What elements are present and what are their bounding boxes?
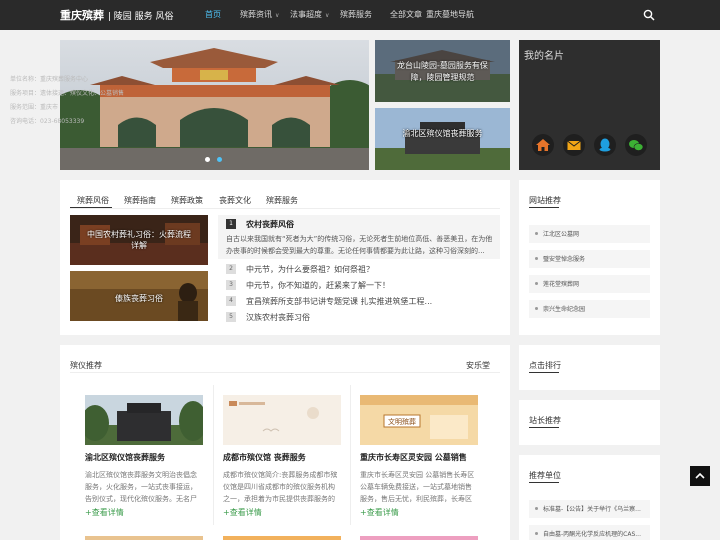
product-description: 渝北区殡仪馆丧葬服务文明治丧倡念服务，火化服务，一站式丧事接运，告别仪式，现代化… <box>85 471 197 503</box>
next-row-image <box>85 536 203 540</box>
tab-funeral-policy[interactable]: 殡葬政策 <box>171 195 203 206</box>
chevron-down-icon: ∨ <box>325 12 330 19</box>
bullet <box>535 532 538 535</box>
rank-number: 5 <box>226 312 236 322</box>
webmaster-pick-title: 站长推荐 <box>529 416 561 425</box>
bullet <box>535 282 538 285</box>
title-underline <box>529 207 559 208</box>
recommend-link[interactable]: 璧安堂悼念服务 <box>543 254 585 263</box>
tab-divider <box>70 208 500 209</box>
rank-number: 2 <box>226 264 236 274</box>
card-area: 服务范围：重庆市 <box>10 104 59 111</box>
next-row-image <box>360 536 478 540</box>
home-icon[interactable] <box>532 134 554 156</box>
chevron-down-icon: ∨ <box>275 12 280 19</box>
product-description: 重庆市长寿区灵安园 公墓销售长寿区公墓车辆免费接送，一站式墓地销售服务，售后无忧… <box>360 471 475 503</box>
rank-number: 4 <box>226 296 236 306</box>
news-link[interactable]: 宜昌殡葬所支部书记讲专题党课 扎实推进筑堡工程... <box>246 296 432 307</box>
product-image-changshou[interactable]: 文明殡葬 <box>360 395 478 445</box>
rank-number: 3 <box>226 280 236 290</box>
nav-all-articles[interactable]: 全部文章 <box>390 9 422 20</box>
bullet <box>535 507 538 510</box>
bullet <box>535 232 538 235</box>
tab-funeral-customs[interactable]: 殡葬风俗 <box>77 195 109 206</box>
recommend-link[interactable]: 江北区公墓网 <box>543 229 579 238</box>
card-services: 服务项目：遗体接运、殡仪文化、公墓销售 <box>10 90 125 97</box>
nav-funeral-services[interactable]: 殡葬服务 <box>340 9 372 20</box>
cemetery-gate-photo <box>60 40 369 170</box>
slider-dot-2[interactable] <box>217 157 222 162</box>
card-title: 我的名片 <box>524 51 564 62</box>
funeral-hall-photo <box>85 395 203 445</box>
news-link[interactable]: 中元节，为什么要祭祖？如何祭祖？ <box>246 264 374 275</box>
banner-slider[interactable] <box>60 40 369 170</box>
banner-thumb-yubei[interactable]: 渝北区殡仪馆丧葬服务 <box>375 108 510 170</box>
news-image-rural-funeral[interactable]: 中国农村葬礼习俗：火葬流程 详解 <box>70 215 208 265</box>
thumb-caption: 龙台山陵园-墓园服务有保 障，陵园管理规范 <box>397 61 488 82</box>
logo-text: 重庆殡葬 <box>60 9 104 22</box>
tab-funeral-services[interactable]: 殡葬服务 <box>266 195 298 206</box>
site-logo[interactable]: 重庆殡葬 | 陵园 服务 风俗 <box>60 7 173 23</box>
logo-subtitle: | 陵园 服务 风俗 <box>107 12 174 22</box>
product-title[interactable]: 成都市殡仪馆 丧葬服务 <box>223 452 306 463</box>
next-row-image <box>223 536 341 540</box>
recommend-link[interactable]: 莲花堂殡葬网 <box>543 279 579 288</box>
product-title[interactable]: 渝北区殡仪馆丧葬服务 <box>85 452 165 463</box>
qq-icon[interactable] <box>594 134 616 156</box>
memorial-card-image <box>223 395 341 445</box>
product-image-chengdu[interactable] <box>223 395 341 445</box>
bullet <box>535 307 538 310</box>
nav-funeral-news[interactable]: 殡葬资讯 ∨ <box>240 9 279 20</box>
product-description: 成都市殡仪馆简介:丧葬服务成都市殡仪馆是四川省成都市的殡仪服务机构之一，承担着为… <box>223 471 338 503</box>
title-underline <box>529 427 559 428</box>
site-recommend-title: 网站推荐 <box>529 196 561 205</box>
civilized-funeral-poster: 文明殡葬 <box>360 395 478 445</box>
news-link[interactable]: 中元节，你不知道的，赶紧来了解一下！ <box>246 280 390 291</box>
rank-number: 1 <box>226 219 236 229</box>
tab-funeral-guide[interactable]: 殡葬指南 <box>124 195 156 206</box>
click-rank-title: 点击排行 <box>529 361 561 370</box>
nav-rituals[interactable]: 法事超度 ∨ <box>290 9 329 20</box>
unit-link[interactable]: 标准墓-【公告】关于举行《乌兰察... <box>543 504 641 513</box>
civilized-funeral-label: 文明殡葬 <box>388 417 416 426</box>
search-icon[interactable] <box>643 9 655 21</box>
news-image-dai-customs[interactable]: 傣族丧葬习俗 <box>70 271 208 321</box>
section-divider <box>70 372 500 373</box>
view-details-link[interactable]: +查看详情 <box>85 507 124 518</box>
news-image-caption: 中国农村葬礼习俗：火葬流程 详解 <box>87 230 191 250</box>
unit-link[interactable]: 自由墓-丙酮光化学反应机理的CAS... <box>543 529 641 538</box>
thumb-caption: 渝北区殡仪馆丧葬服务 <box>402 129 483 138</box>
title-underline <box>529 482 559 483</box>
bullet <box>535 257 538 260</box>
anle-hall-link[interactable]: 安乐堂 <box>466 360 490 371</box>
tab-active-indicator <box>70 207 112 208</box>
back-to-top-button[interactable] <box>690 466 710 486</box>
tab-funeral-culture[interactable]: 丧葬文化 <box>219 195 251 206</box>
news-link[interactable]: 汉族农村丧葬习俗 <box>246 312 310 323</box>
banner-thumb-longtai[interactable]: 龙台山陵园-墓园服务有保 障，陵园管理规范 <box>375 40 510 102</box>
funeral-recommend-title: 殡仪推荐 <box>70 361 102 370</box>
headline-title[interactable]: 农村丧葬风俗 <box>246 219 294 230</box>
view-details-link[interactable]: +查看详情 <box>223 507 262 518</box>
product-title[interactable]: 重庆市长寿区灵安园 公墓销售 <box>360 452 467 463</box>
product-image-yubei[interactable] <box>85 395 203 445</box>
column-divider <box>350 385 351 525</box>
title-underline <box>529 372 559 373</box>
wechat-icon[interactable] <box>625 134 647 156</box>
card-company: 单位名称：重庆殡葬服务中心 <box>10 76 89 83</box>
headline-excerpt: 自古以来我国就有“死者为大”的传统习俗，无论死者生前地位高低、善恶美丑，在为他办… <box>226 235 493 255</box>
nav-cemetery-guide[interactable]: 重庆墓地导航 <box>426 9 474 20</box>
mail-icon[interactable] <box>563 134 585 156</box>
back-to-top-icon <box>695 472 705 479</box>
column-divider <box>213 385 214 525</box>
news-image-caption: 傣族丧葬习俗 <box>115 294 163 303</box>
view-details-link[interactable]: +查看详情 <box>360 507 399 518</box>
recommend-link[interactable]: 崇兴生命纪念园 <box>543 304 585 313</box>
recommended-units-title: 推荐单位 <box>529 471 561 480</box>
card-phone: 咨询电话：023-68053339 <box>10 118 85 125</box>
nav-home[interactable]: 首页 <box>205 9 221 20</box>
slider-dot-1[interactable] <box>205 157 210 162</box>
